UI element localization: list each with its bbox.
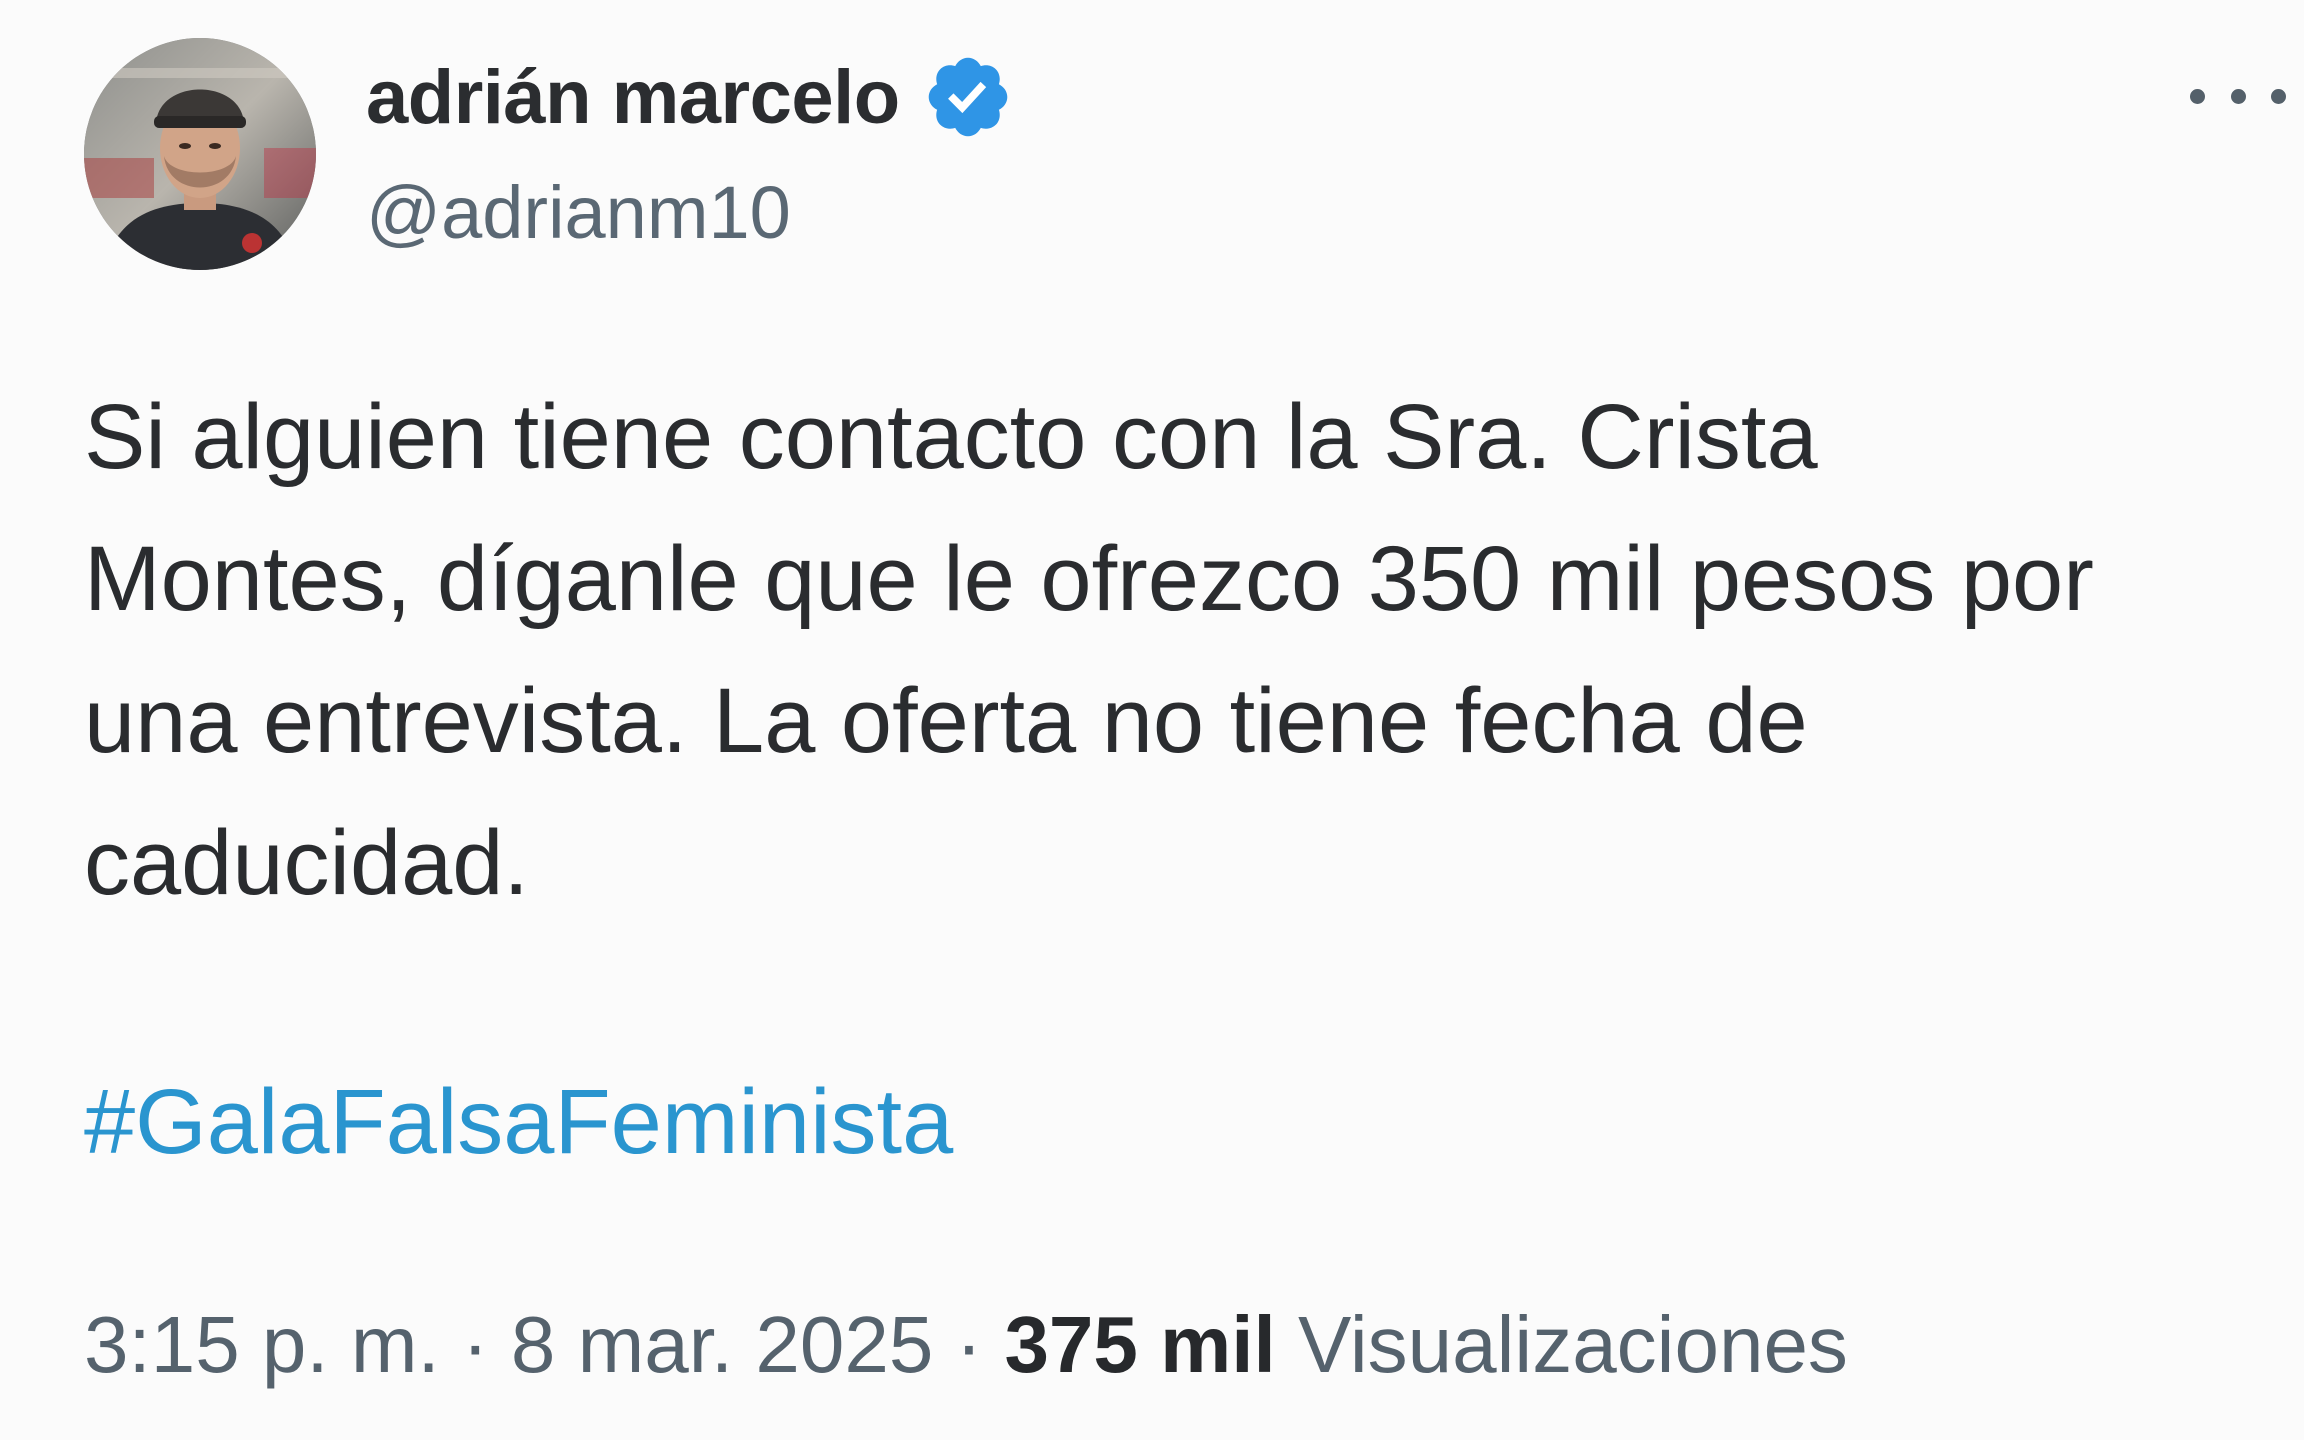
profile-photo <box>84 38 316 270</box>
more-horizontal-icon[interactable] <box>2190 68 2286 124</box>
tweet-text-line: Montes, díganle que le ofrezco 350 mil p… <box>84 528 2094 630</box>
tweet-text-line: caducidad. <box>84 812 529 914</box>
verified-badge-icon[interactable] <box>922 51 1014 143</box>
tweet-meta: 3:15 p. m. · 8 mar. 2025 · 375 mil Visua… <box>84 1290 1848 1400</box>
views-count: 375 mil <box>1004 1300 1276 1389</box>
more-dot <box>2190 88 2205 104</box>
tweet-text: Si alguien tiene contacto con la Sra. Cr… <box>84 366 2284 934</box>
tweet-text-line: Si alguien tiene contacto con la Sra. Cr… <box>84 386 1818 488</box>
views-label: Visualizaciones <box>1297 1300 1848 1389</box>
more-dot <box>2230 88 2246 104</box>
meta-separator: · <box>933 1300 1005 1389</box>
display-name[interactable]: adrián marcelo <box>366 54 900 141</box>
hashtag-link[interactable]: #GalaFalsaFeminista <box>84 1062 953 1182</box>
avatar[interactable] <box>84 38 316 270</box>
tweet-date[interactable]: 8 mar. 2025 <box>511 1300 934 1389</box>
tweet-text-line: una entrevista. La oferta no tiene fecha… <box>84 670 1808 772</box>
tweet-time[interactable]: 3:15 p. m. <box>84 1300 440 1389</box>
meta-separator: · <box>439 1300 511 1389</box>
author-name-row: adrián marcelo <box>366 52 1014 142</box>
author-handle[interactable]: @adrianm10 <box>366 170 791 255</box>
more-dot <box>2271 88 2286 104</box>
tweet-card: adrián marcelo @adrianm10 Si alguien tie… <box>0 0 2304 1440</box>
